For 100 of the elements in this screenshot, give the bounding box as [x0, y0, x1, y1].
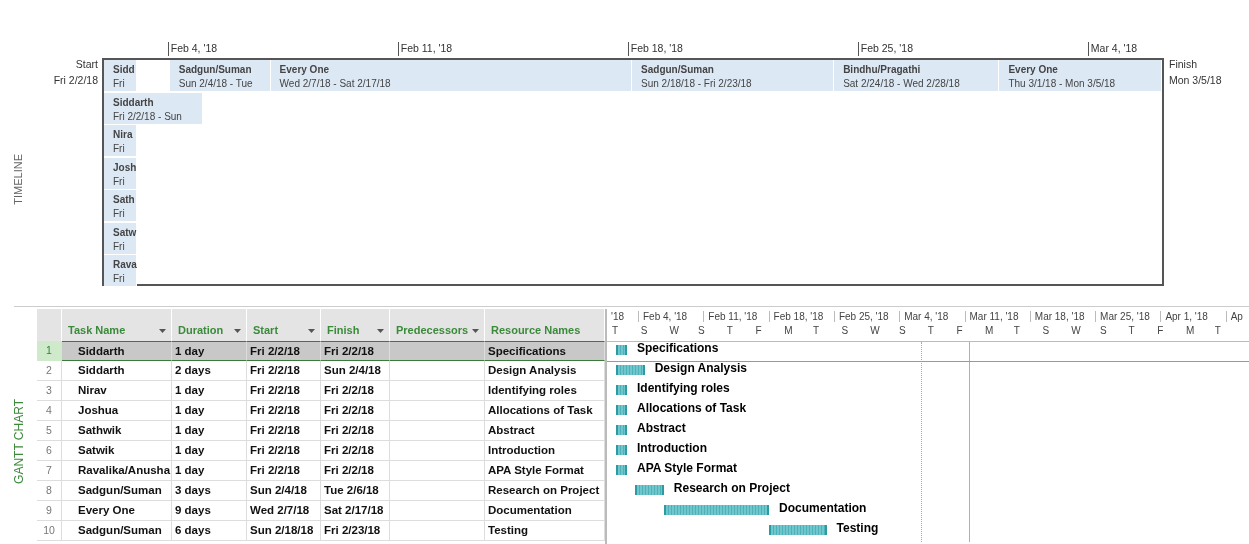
- row-number: 10: [37, 521, 62, 541]
- table-cell: 1 day: [172, 381, 247, 401]
- task-bar[interactable]: [769, 525, 827, 535]
- row-number: 2: [37, 361, 62, 381]
- table-cell: 2 days: [172, 361, 247, 381]
- day-label: T: [1128, 325, 1135, 336]
- row-number: 6: [37, 441, 62, 461]
- timeline-bar[interactable]: Nira Fri: [104, 125, 137, 156]
- task-bar-label: Testing: [836, 521, 879, 535]
- task-bar-label: Research on Project: [673, 481, 790, 495]
- gantt-chart-label: GANTT CHART: [12, 399, 26, 484]
- day-label: T: [1013, 325, 1020, 336]
- table-cell: Satwik: [62, 441, 172, 461]
- task-bar-label: Identifying roles: [637, 381, 730, 395]
- table-row[interactable]: 7 Ravalika/Anusha 1 day Fri 2/2/18 Fri 2/2/18 APA Style Format: [37, 461, 605, 481]
- day-label: F: [755, 325, 762, 336]
- table-cell: Fri 2/2/18: [321, 341, 390, 361]
- row-number: 8: [37, 481, 62, 501]
- finish-label: Finish: [1169, 58, 1198, 70]
- table-cell: Research on Project: [485, 481, 605, 501]
- table-cell: Fri 2/2/18: [321, 381, 390, 401]
- table-cell: Testing: [485, 521, 605, 541]
- table-cell: Fri 2/2/18: [321, 461, 390, 481]
- table-cell: Design Analysis: [485, 361, 605, 381]
- table-cell: Fri 2/2/18: [247, 341, 321, 361]
- task-bar[interactable]: [616, 385, 627, 395]
- day-label: W: [1071, 325, 1081, 336]
- timeline-bar[interactable]: Sadgun/Suman Sun 2/18/18 - Fri 2/23/18: [632, 60, 835, 91]
- table-cell: Joshua: [62, 401, 172, 421]
- task-bar[interactable]: [616, 365, 645, 375]
- timeline-bar[interactable]: Satw Fri: [104, 222, 137, 254]
- table-cell: Fri 2/2/18: [321, 441, 390, 461]
- task-bar-label: Allocations of Task: [637, 401, 747, 415]
- task-bar[interactable]: [616, 465, 627, 475]
- timeline-label: TIMELINE: [12, 153, 24, 205]
- dropdown-icon[interactable]: [377, 329, 384, 333]
- finish-date: Mon 3/5/18: [1169, 74, 1222, 86]
- timeline-bar[interactable]: Every One Thu 3/1/18 - Mon 3/5/18: [999, 60, 1163, 91]
- table-cell: Fri 2/2/18: [247, 441, 321, 461]
- table-cell: Introduction: [485, 441, 605, 461]
- dropdown-icon[interactable]: [234, 329, 241, 333]
- table-row[interactable]: 3 Nirav 1 day Fri 2/2/18 Fri 2/2/18 Identifying roles: [37, 381, 605, 401]
- day-label: M: [784, 325, 793, 336]
- week-label: Feb 4, '18: [638, 311, 688, 322]
- day-label: S: [1042, 325, 1050, 336]
- timeline-bar[interactable]: Josh Fri: [104, 157, 137, 189]
- table-cell: Sat 2/17/18: [321, 501, 390, 521]
- table-cell: Every One: [62, 501, 172, 521]
- timeline-bar[interactable]: Sadgun/Suman Sun 2/4/18 - Tue: [169, 60, 271, 91]
- task-bar[interactable]: [616, 345, 627, 355]
- task-bar[interactable]: [616, 405, 627, 415]
- day-label: S: [899, 325, 906, 336]
- timeline-bar[interactable]: Rava Fri: [104, 255, 137, 286]
- table-row[interactable]: 10 Sadgun/Suman 6 days Sun 2/18/18 Fri 2/23/18 Testing: [37, 521, 605, 541]
- day-label: T: [612, 325, 619, 336]
- timeline-tick: Feb 18, '18: [627, 42, 683, 56]
- table-row[interactable]: 6 Satwik 1 day Fri 2/2/18 Fri 2/2/18 Introduction: [37, 441, 605, 461]
- row-number: 9: [37, 501, 62, 521]
- day-label: F: [956, 325, 963, 336]
- row-number: 4: [37, 401, 62, 421]
- day-label: W: [669, 325, 679, 336]
- day-label: F: [1157, 325, 1164, 336]
- dropdown-icon[interactable]: [159, 329, 166, 333]
- table-cell: Siddarth: [62, 341, 172, 361]
- table-row[interactable]: 4 Joshua 1 day Fri 2/2/18 Fri 2/2/18 Allocations of Task: [37, 401, 605, 421]
- timeline-bar[interactable]: Sidd Fri: [104, 60, 137, 91]
- timeline-tick: Feb 4, '18: [167, 42, 218, 56]
- table-cell: Documentation: [485, 501, 605, 521]
- table-row[interactable]: 2 Siddarth 2 days Fri 2/2/18 Sun 2/4/18 Design Analysis: [37, 361, 605, 381]
- table-cell: Siddarth: [62, 361, 172, 381]
- table-row[interactable]: 5 Sathwik 1 day Fri 2/2/18 Fri 2/2/18 Abstract: [37, 421, 605, 441]
- row-number: 1: [37, 341, 62, 361]
- dropdown-icon[interactable]: [472, 329, 479, 333]
- task-bar[interactable]: [616, 425, 627, 435]
- day-label: T: [812, 325, 819, 336]
- timeline-bar[interactable]: Siddarth Fri 2/2/18 - Sun: [104, 92, 203, 124]
- week-label: Mar 25, '18: [1095, 311, 1150, 322]
- task-bar[interactable]: [616, 445, 627, 455]
- table-row[interactable]: 8 Sadgun/Suman 3 days Sun 2/4/18 Tue 2/6/18 Research on Project: [37, 481, 605, 501]
- timeline-tick: Feb 25, '18: [857, 42, 913, 56]
- timeline-bar[interactable]: Sath Fri: [104, 190, 137, 221]
- table-cell: Fri 2/2/18: [247, 421, 321, 441]
- task-bar[interactable]: [663, 505, 770, 515]
- dropdown-icon[interactable]: [308, 329, 315, 333]
- row-number: 7: [37, 461, 62, 481]
- table-cell: Abstract: [485, 421, 605, 441]
- day-label: M: [985, 325, 994, 336]
- table-row[interactable]: 9 Every One 9 days Wed 2/7/18 Sat 2/17/18 Documentation: [37, 501, 605, 521]
- start-date: Fri 2/2/18: [53, 74, 98, 86]
- table-cell: Fri 2/2/18: [321, 401, 390, 421]
- task-bar[interactable]: [635, 485, 664, 495]
- timeline-bar[interactable]: Every One Wed 2/7/18 - Sat 2/17/18: [270, 60, 633, 91]
- table-cell: Fri 2/2/18: [247, 461, 321, 481]
- timeline-bar[interactable]: Bindhu/Pragathi Sat 2/24/18 - Wed 2/28/18: [834, 60, 1000, 91]
- table-row[interactable]: 1 Siddarth 1 day Fri 2/2/18 Fri 2/2/18 Specifications: [37, 341, 605, 361]
- day-label: T: [726, 325, 733, 336]
- table-cell: Fri 2/2/18: [247, 361, 321, 381]
- table-cell: 6 days: [172, 521, 247, 541]
- table-cell: 1 day: [172, 401, 247, 421]
- table-cell: Specifications: [485, 341, 605, 361]
